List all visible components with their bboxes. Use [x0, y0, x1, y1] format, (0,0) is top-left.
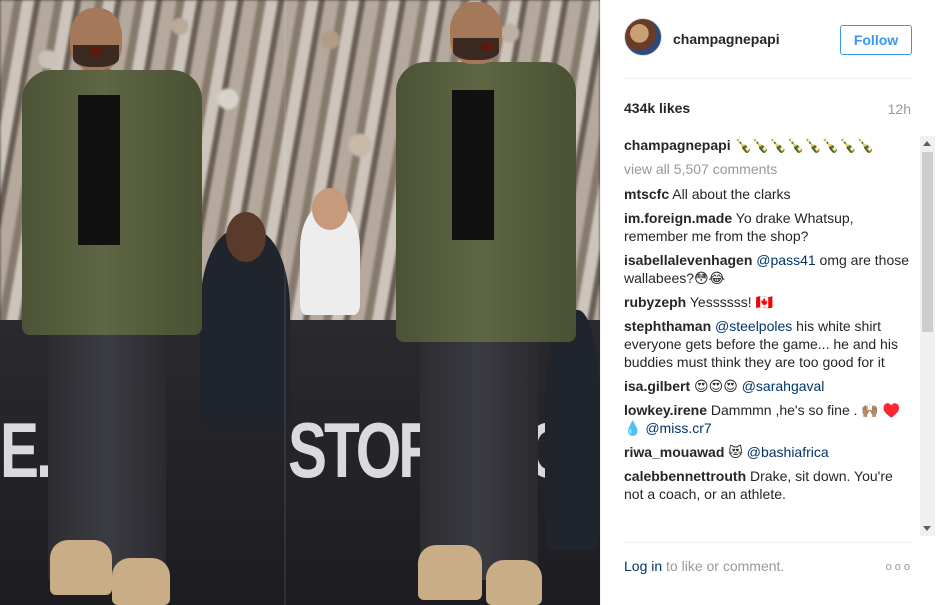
comment-mention[interactable]: @sarahgaval — [742, 378, 825, 394]
scrollbar-thumb[interactable] — [922, 152, 933, 332]
login-prompt: Log in to like or comment. — [624, 558, 914, 574]
caption-user[interactable]: champagnepapi — [624, 137, 731, 153]
comment-item: isabellalevenhagen @pass41 omg are those… — [624, 251, 916, 287]
view-all-comments-link[interactable]: view all 5,507 comments — [624, 160, 916, 178]
comment-text: 😻 — [724, 444, 747, 460]
post-timestamp[interactable]: 12h — [888, 101, 911, 117]
comments-scrollbar[interactable] — [920, 136, 935, 536]
comment-user[interactable]: isa.gilbert — [624, 378, 690, 394]
scroll-down-arrow-icon[interactable] — [923, 526, 931, 531]
seated-fan-head — [226, 212, 266, 262]
comment-mention[interactable]: @miss.cr7 — [645, 420, 711, 436]
avatar[interactable] — [624, 18, 662, 56]
comment-user[interactable]: lowkey.irene — [624, 402, 707, 418]
comment-user[interactable]: mtscfc — [624, 186, 669, 202]
like-count[interactable]: 434k likes — [624, 100, 690, 116]
post-header: champagnepapi Follow — [624, 18, 912, 62]
follow-button[interactable]: Follow — [840, 25, 912, 55]
comment-user[interactable]: isabellalevenhagen — [624, 252, 752, 268]
comment-item: stephthaman @steelpoles his white shirt … — [624, 317, 916, 371]
comment-item: lowkey.irene Dammmn ,he's so fine . 🙌🏽 ♥… — [624, 401, 916, 437]
comment-list[interactable]: champagnepapi 🍾🍾🍾🍾🍾🍾🍾🍾 view all 5,507 co… — [624, 136, 916, 536]
collage-seam — [284, 0, 286, 605]
comment-item: riwa_mouawad 😻 @bashiafrica — [624, 443, 916, 461]
comment-item: mtscfc All about the clarks — [624, 185, 916, 203]
scroll-up-arrow-icon[interactable] — [923, 141, 931, 146]
login-link[interactable]: Log in — [624, 558, 662, 574]
comment-text: 😍😍😍 — [690, 378, 742, 394]
more-options-icon[interactable]: ooo — [886, 561, 913, 573]
comment-mention[interactable]: @pass41 — [756, 252, 815, 268]
seated-fan-right — [545, 310, 600, 550]
comment-user[interactable]: im.foreign.made — [624, 210, 732, 226]
spectator-head — [312, 188, 348, 230]
header-divider — [624, 78, 912, 79]
comment-user[interactable]: stephthaman — [624, 318, 711, 334]
footer-divider — [624, 542, 912, 543]
caption-text: 🍾🍾🍾🍾🍾🍾🍾🍾 — [730, 137, 874, 153]
comment-text: All about the clarks — [669, 186, 791, 202]
comment-mention[interactable]: @steelpoles — [715, 318, 792, 334]
login-prompt-text: to like or comment. — [662, 558, 785, 574]
comment-item: isa.gilbert 😍😍😍 @sarahgaval — [624, 377, 916, 395]
caption: champagnepapi 🍾🍾🍾🍾🍾🍾🍾🍾 — [624, 136, 916, 154]
comment-item: calebbennettrouth Drake, sit down. You'r… — [624, 467, 916, 503]
comment-text: Yessssss! 🇨🇦 — [686, 294, 773, 310]
comment-item: rubyzeph Yessssss! 🇨🇦 — [624, 293, 916, 311]
post-username[interactable]: champagnepapi — [673, 31, 780, 47]
comment-mention[interactable]: @bashiafrica — [747, 444, 829, 460]
comment-user[interactable]: riwa_mouawad — [624, 444, 724, 460]
comment-user[interactable]: calebbennettrouth — [624, 468, 746, 484]
comment-user[interactable]: rubyzeph — [624, 294, 686, 310]
comment-item: im.foreign.made Yo drake Whatsup, rememb… — [624, 209, 916, 245]
post-photo[interactable]: E.COI STORE.CO — [0, 0, 600, 605]
